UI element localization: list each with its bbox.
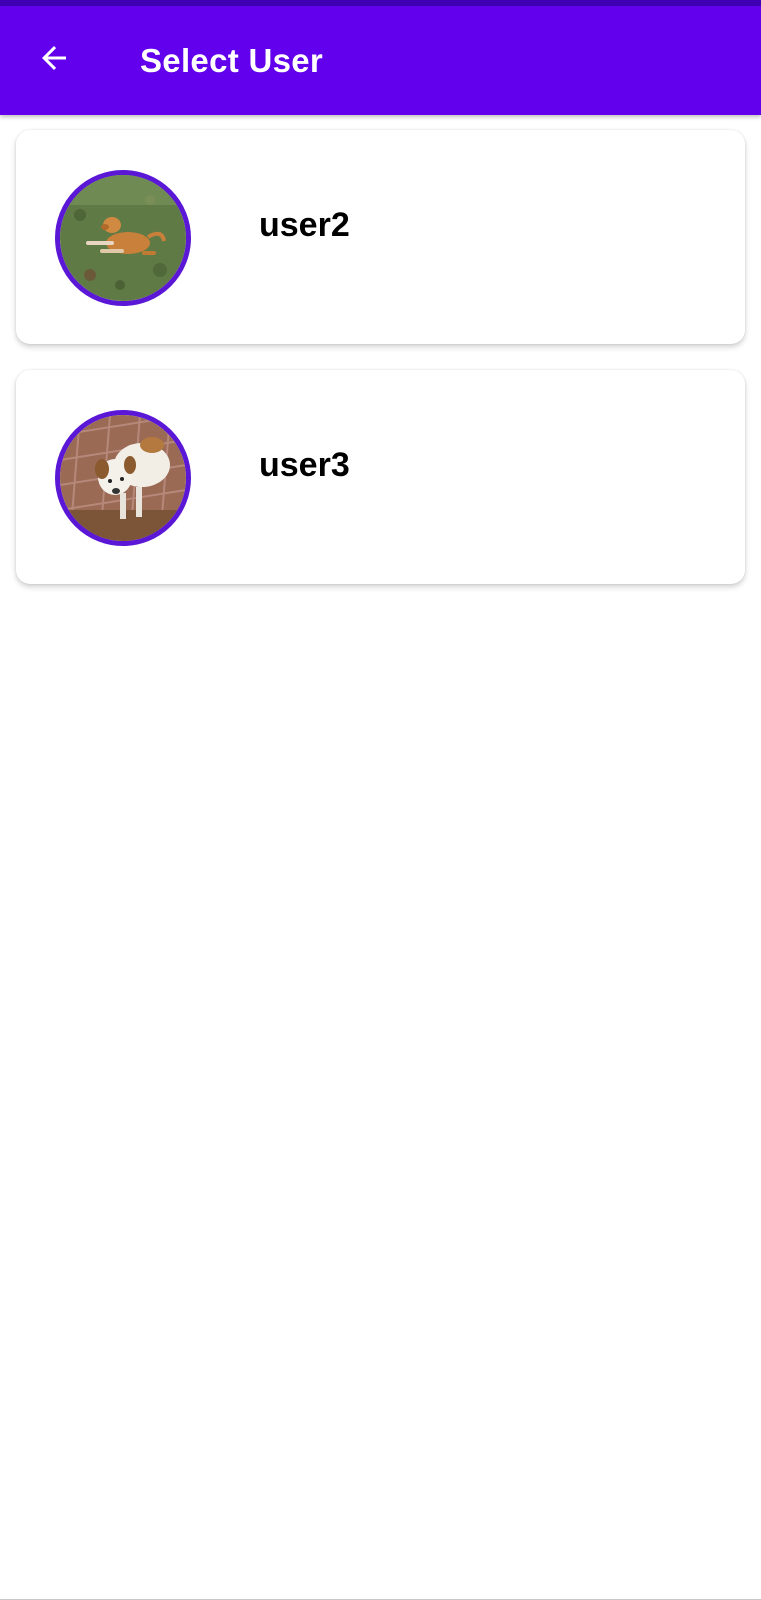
back-button[interactable] <box>30 36 78 84</box>
arrow-left-icon <box>36 40 72 81</box>
user-card[interactable]: user2 <box>16 130 745 344</box>
page-title: Select User <box>140 42 324 79</box>
avatar <box>55 410 191 546</box>
avatar <box>55 170 191 306</box>
app-bar: Select User <box>0 6 761 115</box>
user-name: user3 <box>259 446 350 484</box>
dog-photo-icon <box>60 175 186 301</box>
user-card[interactable]: user3 <box>16 370 745 584</box>
dog-photo-icon <box>60 415 186 541</box>
user-name: user2 <box>259 206 350 244</box>
